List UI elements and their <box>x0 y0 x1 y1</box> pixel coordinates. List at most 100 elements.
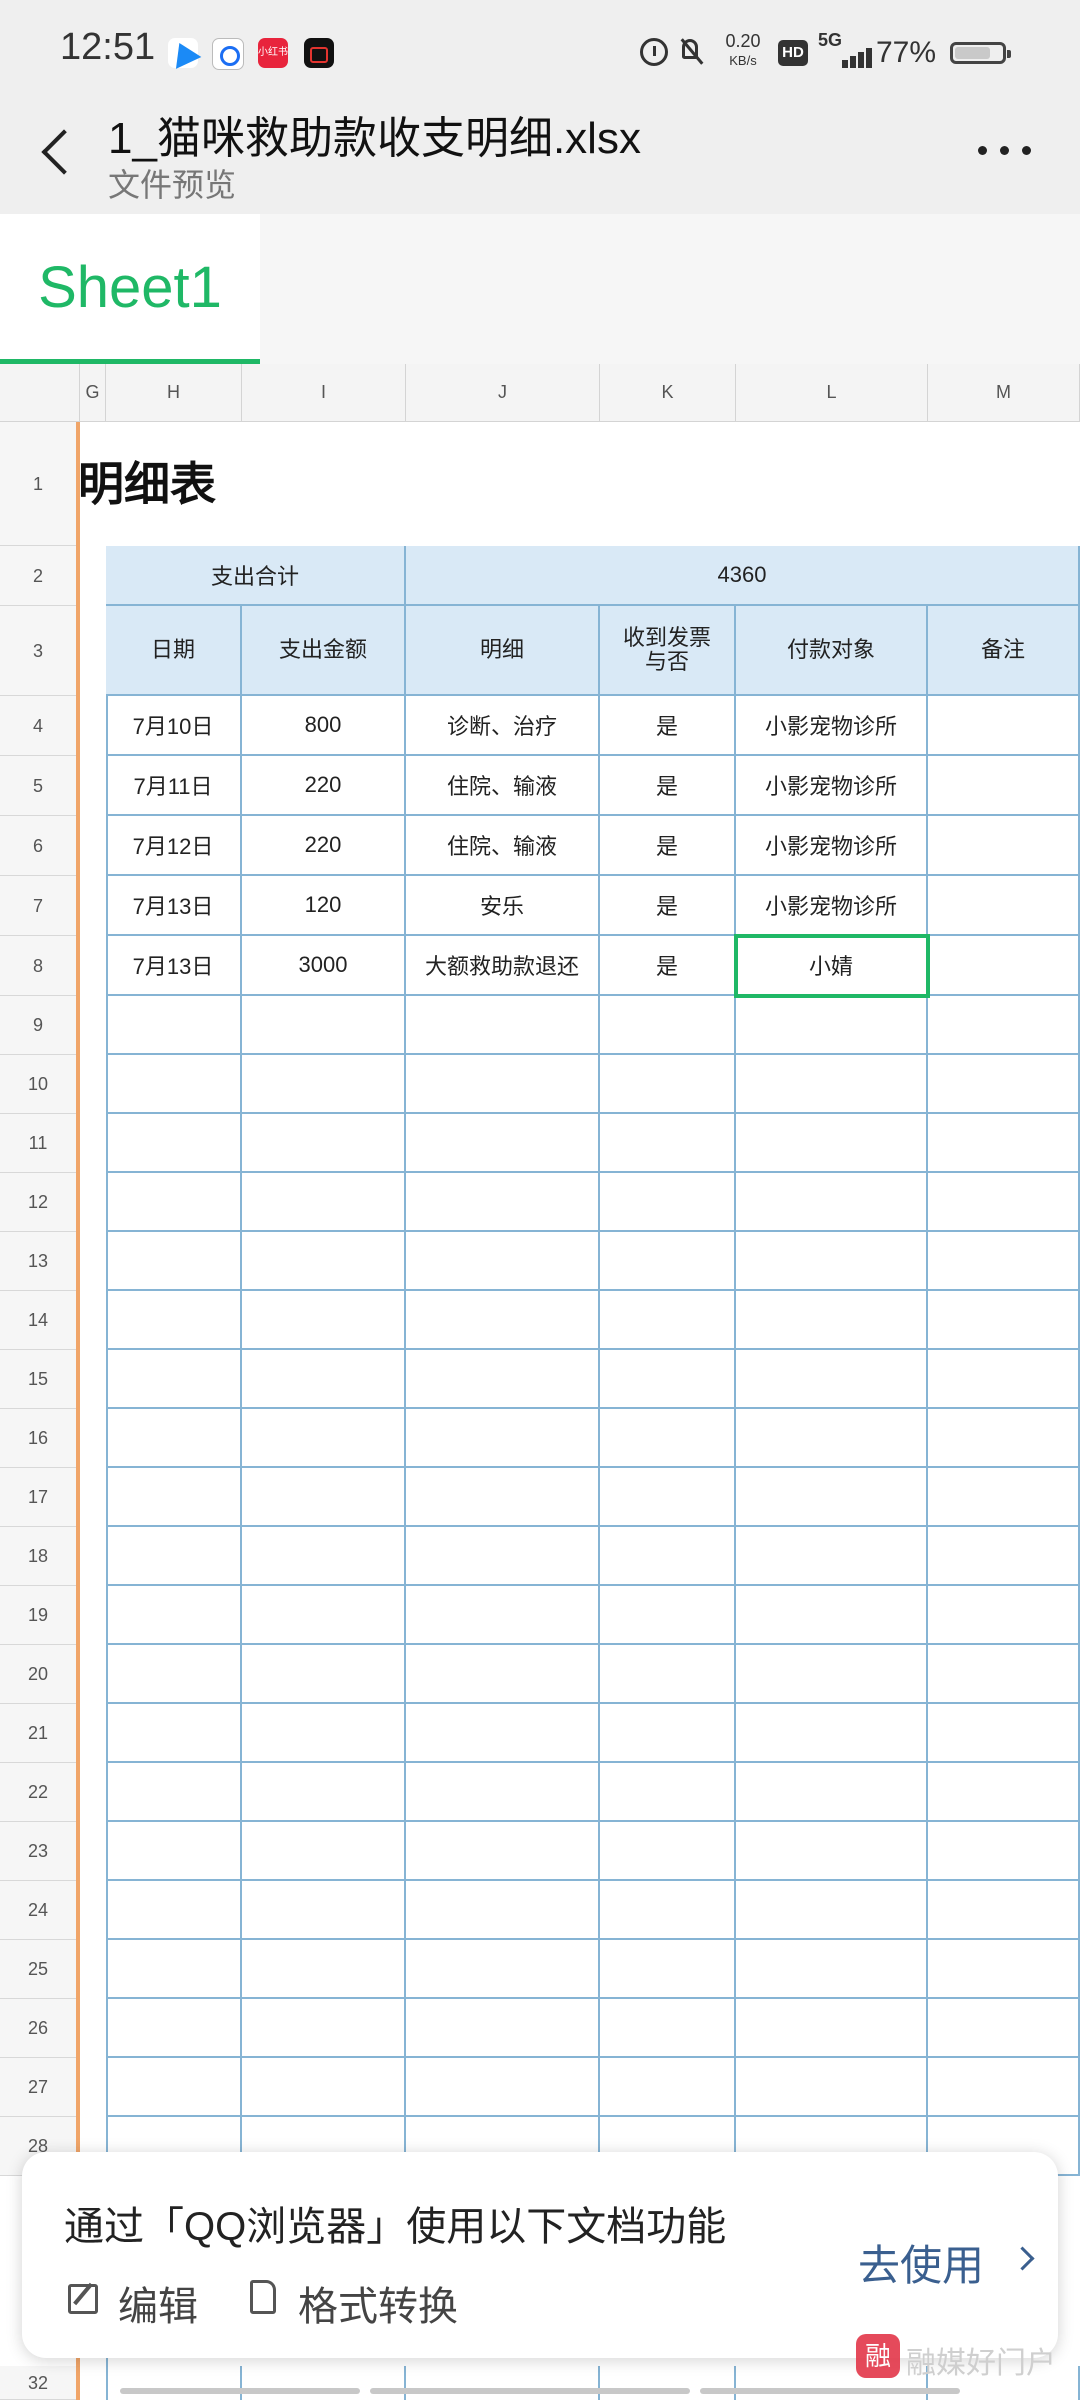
empty-cell[interactable] <box>106 1409 242 1468</box>
format-convert-option[interactable]: 格式转换 <box>298 2274 458 2332</box>
empty-cell[interactable] <box>242 1704 406 1763</box>
table-header-cell[interactable]: 付款对象 <box>736 606 928 696</box>
empty-cell[interactable] <box>600 1055 736 1114</box>
empty-cell[interactable] <box>106 1999 242 2058</box>
tab-sheet1[interactable]: Sheet1 <box>0 214 260 364</box>
table-cell[interactable]: 诊断、治疗 <box>406 696 600 756</box>
table-cell[interactable]: 120 <box>242 876 406 936</box>
row-header-22[interactable]: 22 <box>0 1763 76 1822</box>
empty-cell[interactable] <box>928 1704 1080 1763</box>
empty-cell[interactable] <box>242 2058 406 2117</box>
empty-cell[interactable] <box>600 1940 736 1999</box>
spreadsheet-grid[interactable]: 明细表 G H I J K L M 1 2 3 4 5 6 7 8 9 10 11 12 13 14 15 16 17 18 19… <box>0 364 1080 2400</box>
table-cell[interactable]: 220 <box>242 756 406 816</box>
empty-cell[interactable] <box>600 2058 736 2117</box>
empty-cell[interactable] <box>600 1173 736 1232</box>
row-header-27[interactable]: 27 <box>0 2058 76 2117</box>
table-cell[interactable]: 7月11日 <box>106 756 242 816</box>
empty-cell[interactable] <box>600 1999 736 2058</box>
back-arrow-icon[interactable] <box>38 122 78 182</box>
column-header-g[interactable]: G <box>80 364 106 422</box>
empty-cell[interactable] <box>600 1881 736 1940</box>
table-cell[interactable]: 小影宠物诊所 <box>736 696 928 756</box>
empty-cell[interactable] <box>406 1350 600 1409</box>
empty-cell[interactable] <box>736 2058 928 2117</box>
empty-cell[interactable] <box>736 1586 928 1645</box>
table-cell[interactable]: 安乐 <box>406 876 600 936</box>
empty-cell[interactable] <box>106 2366 242 2400</box>
horizontal-scrollbar[interactable] <box>370 2388 690 2394</box>
empty-cell[interactable] <box>600 1822 736 1881</box>
row-header-10[interactable]: 10 <box>0 1055 76 1114</box>
horizontal-scrollbar[interactable] <box>120 2388 360 2394</box>
empty-cell[interactable] <box>736 1055 928 1114</box>
empty-cell[interactable] <box>242 1527 406 1586</box>
empty-cell[interactable] <box>106 1940 242 1999</box>
empty-cell[interactable] <box>106 1173 242 1232</box>
empty-cell[interactable] <box>600 1586 736 1645</box>
empty-cell[interactable] <box>242 1822 406 1881</box>
empty-cell[interactable] <box>736 1822 928 1881</box>
empty-cell[interactable] <box>600 1527 736 1586</box>
empty-cell[interactable] <box>406 1822 600 1881</box>
empty-cell[interactable] <box>736 1114 928 1173</box>
empty-cell[interactable] <box>600 1468 736 1527</box>
row-header-13[interactable]: 13 <box>0 1232 76 1291</box>
empty-cell[interactable] <box>106 1704 242 1763</box>
table-cell[interactable]: 220 <box>242 816 406 876</box>
empty-cell[interactable] <box>106 1468 242 1527</box>
empty-cell[interactable] <box>106 1645 242 1704</box>
empty-cell[interactable] <box>736 996 928 1055</box>
select-all-corner[interactable] <box>0 364 80 422</box>
empty-cell[interactable] <box>106 1822 242 1881</box>
empty-cell[interactable] <box>106 1763 242 1822</box>
row-header-5[interactable]: 5 <box>0 756 76 816</box>
empty-cell[interactable] <box>736 1350 928 1409</box>
column-header-m[interactable]: M <box>928 364 1080 422</box>
row-header-12[interactable]: 12 <box>0 1173 76 1232</box>
table-cell[interactable] <box>928 936 1080 996</box>
empty-cell[interactable] <box>928 1645 1080 1704</box>
empty-cell[interactable] <box>406 2058 600 2117</box>
empty-cell[interactable] <box>600 1350 736 1409</box>
empty-cell[interactable] <box>928 1232 1080 1291</box>
table-cell[interactable]: 是 <box>600 816 736 876</box>
empty-cell[interactable] <box>736 1173 928 1232</box>
empty-cell[interactable] <box>928 1999 1080 2058</box>
empty-cell[interactable] <box>242 1173 406 1232</box>
table-cell[interactable]: 小影宠物诊所 <box>736 876 928 936</box>
empty-cell[interactable] <box>242 1468 406 1527</box>
empty-cell[interactable] <box>242 1350 406 1409</box>
empty-cell[interactable] <box>736 1763 928 1822</box>
empty-cell[interactable] <box>406 996 600 1055</box>
empty-cell[interactable] <box>406 1586 600 1645</box>
empty-cell[interactable] <box>600 1645 736 1704</box>
empty-cell[interactable] <box>736 1940 928 1999</box>
empty-cell[interactable] <box>600 1409 736 1468</box>
empty-cell[interactable] <box>928 2058 1080 2117</box>
empty-cell[interactable] <box>406 1114 600 1173</box>
empty-cell[interactable] <box>406 1468 600 1527</box>
table-cell[interactable]: 是 <box>600 756 736 816</box>
empty-cell[interactable] <box>106 2058 242 2117</box>
table-cell[interactable]: 7月12日 <box>106 816 242 876</box>
empty-cell[interactable] <box>242 2366 406 2400</box>
empty-cell[interactable] <box>242 1940 406 1999</box>
empty-cell[interactable] <box>406 1999 600 2058</box>
empty-cell[interactable] <box>406 1173 600 1232</box>
table-cell[interactable]: 住院、输液 <box>406 756 600 816</box>
row-header-3[interactable]: 3 <box>0 606 76 696</box>
row-header-8[interactable]: 8 <box>0 936 76 996</box>
row-header-7[interactable]: 7 <box>0 876 76 936</box>
column-header-j[interactable]: J <box>406 364 600 422</box>
empty-cell[interactable] <box>106 1291 242 1350</box>
empty-cell[interactable] <box>106 1232 242 1291</box>
empty-cell[interactable] <box>242 1409 406 1468</box>
row-header-11[interactable]: 11 <box>0 1114 76 1173</box>
empty-cell[interactable] <box>928 1409 1080 1468</box>
row-header-1[interactable]: 1 <box>0 422 76 546</box>
table-cell[interactable]: 小影宠物诊所 <box>736 756 928 816</box>
edit-option[interactable]: 编辑 <box>118 2274 198 2332</box>
column-header-l[interactable]: L <box>736 364 928 422</box>
empty-cell[interactable] <box>106 1586 242 1645</box>
